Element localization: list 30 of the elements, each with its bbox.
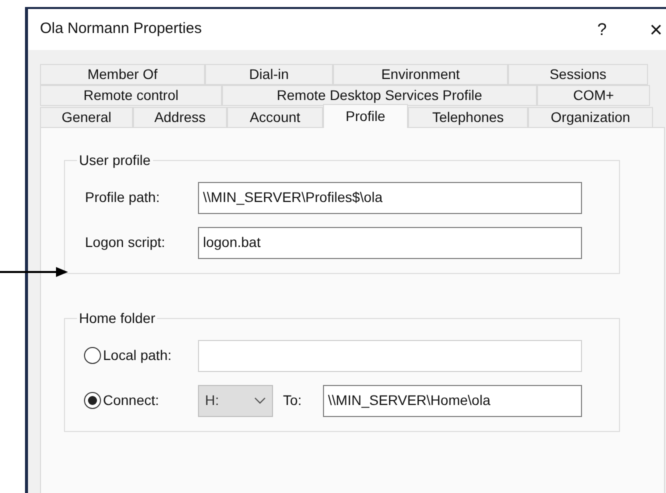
- tab[interactable]: Member Of: [40, 64, 205, 85]
- input-field[interactable]: \\MIN_SERVER\Home\ola: [323, 384, 582, 416]
- tab[interactable]: Account: [227, 107, 323, 128]
- close-button[interactable]: ×: [641, 13, 666, 46]
- radio-button[interactable]: [84, 347, 101, 364]
- field-label: To:: [283, 391, 303, 410]
- pointer-arrow: [0, 266, 68, 278]
- tab[interactable]: COM+: [537, 85, 650, 106]
- chevron-down-icon: [254, 396, 266, 404]
- tab[interactable]: Sessions: [508, 64, 648, 85]
- tab[interactable]: Telephones: [408, 107, 528, 128]
- input-field[interactable]: \\MIN_SERVER\Profiles$\ola: [198, 182, 582, 214]
- window-title: Ola Normann Properties: [40, 19, 203, 40]
- tab[interactable]: Remote Desktop Services Profile: [222, 85, 537, 106]
- input-field[interactable]: logon.bat: [198, 226, 582, 258]
- tab[interactable]: Environment: [333, 64, 508, 85]
- tab[interactable]: Dial-in: [205, 64, 333, 85]
- help-button[interactable]: ?: [587, 16, 617, 42]
- tab[interactable]: General: [40, 107, 133, 128]
- input-field[interactable]: [198, 340, 582, 372]
- tab[interactable]: Profile: [323, 104, 408, 128]
- field-label: Logon script:: [85, 234, 166, 250]
- tab[interactable]: Remote control: [40, 85, 222, 106]
- radio-button[interactable]: [84, 392, 101, 409]
- field-label: Profile path:: [85, 188, 160, 204]
- tab[interactable]: Address: [133, 107, 227, 128]
- tab[interactable]: Organization: [528, 107, 653, 128]
- field-label: Connect:: [103, 391, 160, 410]
- field-label: Local path:: [103, 346, 172, 365]
- drive-dropdown[interactable]: H:: [198, 384, 273, 416]
